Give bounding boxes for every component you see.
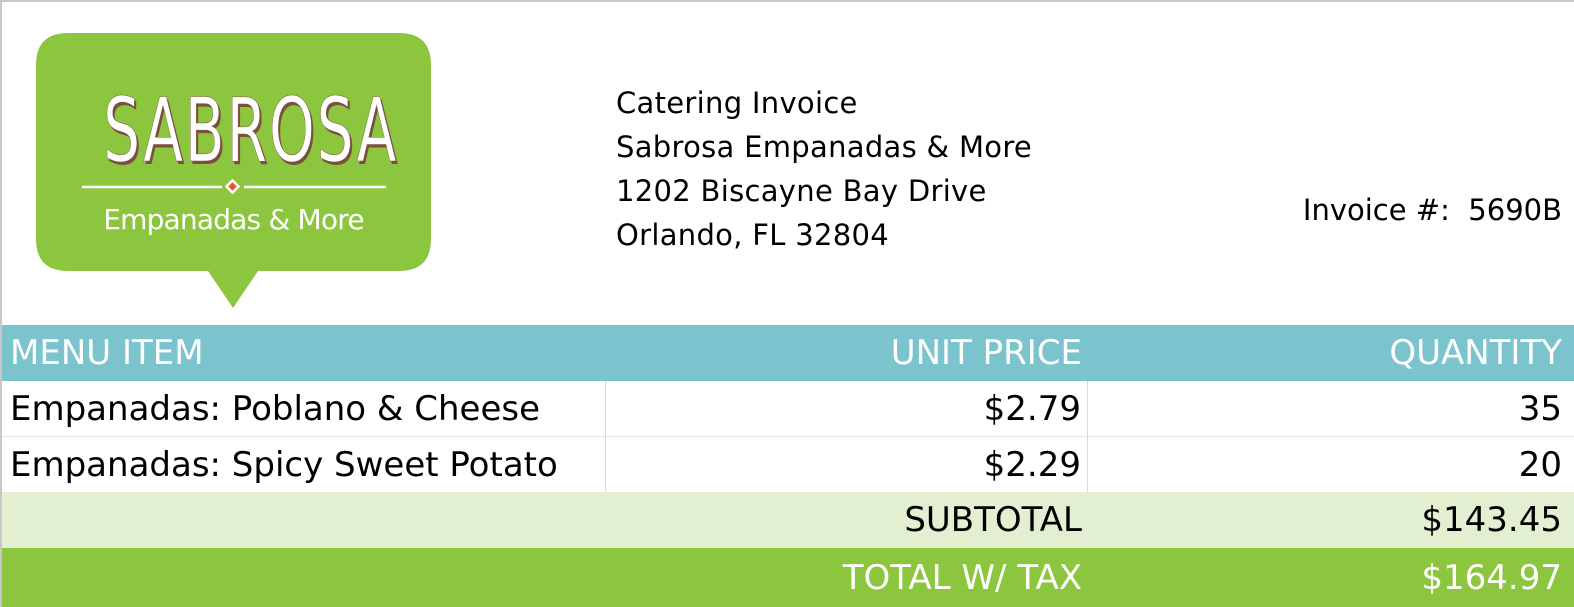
quantity-cell[interactable]: 20 bbox=[1088, 437, 1574, 492]
city-state-zip: Orlando, FL 32804 bbox=[616, 218, 889, 252]
invoice-number-label: Invoice #: bbox=[1302, 193, 1450, 227]
subtotal-row: SUBTOTAL $143.45 bbox=[2, 492, 1574, 548]
table-row: Empanadas: Poblano & Cheese $2.79 35 bbox=[2, 381, 1574, 437]
sabrosa-logo: SABROSA Empanadas & More bbox=[36, 33, 431, 308]
logo-wordmark: SABROSA bbox=[103, 79, 399, 182]
invoice-number-value: 5690B bbox=[1468, 193, 1562, 227]
total-label[interactable]: TOTAL W/ TAX bbox=[606, 548, 1088, 607]
header-menu-item[interactable]: MENU ITEM bbox=[2, 325, 606, 381]
total-row: TOTAL W/ TAX $164.97 bbox=[2, 548, 1574, 607]
subtotal-value[interactable]: $143.45 bbox=[1088, 492, 1574, 548]
item-cell[interactable]: Empanadas: Poblano & Cheese bbox=[2, 381, 606, 436]
subtotal-label[interactable]: SUBTOTAL bbox=[606, 492, 1088, 548]
subtotal-empty-cell[interactable] bbox=[2, 492, 606, 548]
item-cell[interactable]: Empanadas: Spicy Sweet Potato bbox=[2, 437, 606, 492]
price-cell[interactable]: $2.79 bbox=[606, 381, 1088, 436]
total-empty-cell[interactable] bbox=[2, 548, 606, 607]
logo-tagline: Empanadas & More bbox=[103, 203, 364, 236]
document-title: Catering Invoice bbox=[616, 86, 858, 120]
street-address: 1202 Biscayne Bay Drive bbox=[616, 174, 987, 208]
header-unit-price[interactable]: UNIT PRICE bbox=[606, 325, 1088, 381]
company-address: Catering Invoice Sabrosa Empanadas & Mor… bbox=[616, 81, 1032, 257]
invoice-number: Invoice #: 5690B bbox=[1303, 192, 1562, 228]
table-row: Empanadas: Spicy Sweet Potato $2.29 20 bbox=[2, 437, 1574, 493]
table-header-row: MENU ITEM UNIT PRICE QUANTITY bbox=[2, 325, 1574, 381]
quantity-cell[interactable]: 35 bbox=[1088, 381, 1574, 436]
header-quantity[interactable]: QUANTITY bbox=[1088, 325, 1574, 381]
total-value[interactable]: $164.97 bbox=[1088, 548, 1574, 607]
company-name: Sabrosa Empanadas & More bbox=[616, 130, 1033, 164]
price-cell[interactable]: $2.29 bbox=[606, 437, 1088, 492]
